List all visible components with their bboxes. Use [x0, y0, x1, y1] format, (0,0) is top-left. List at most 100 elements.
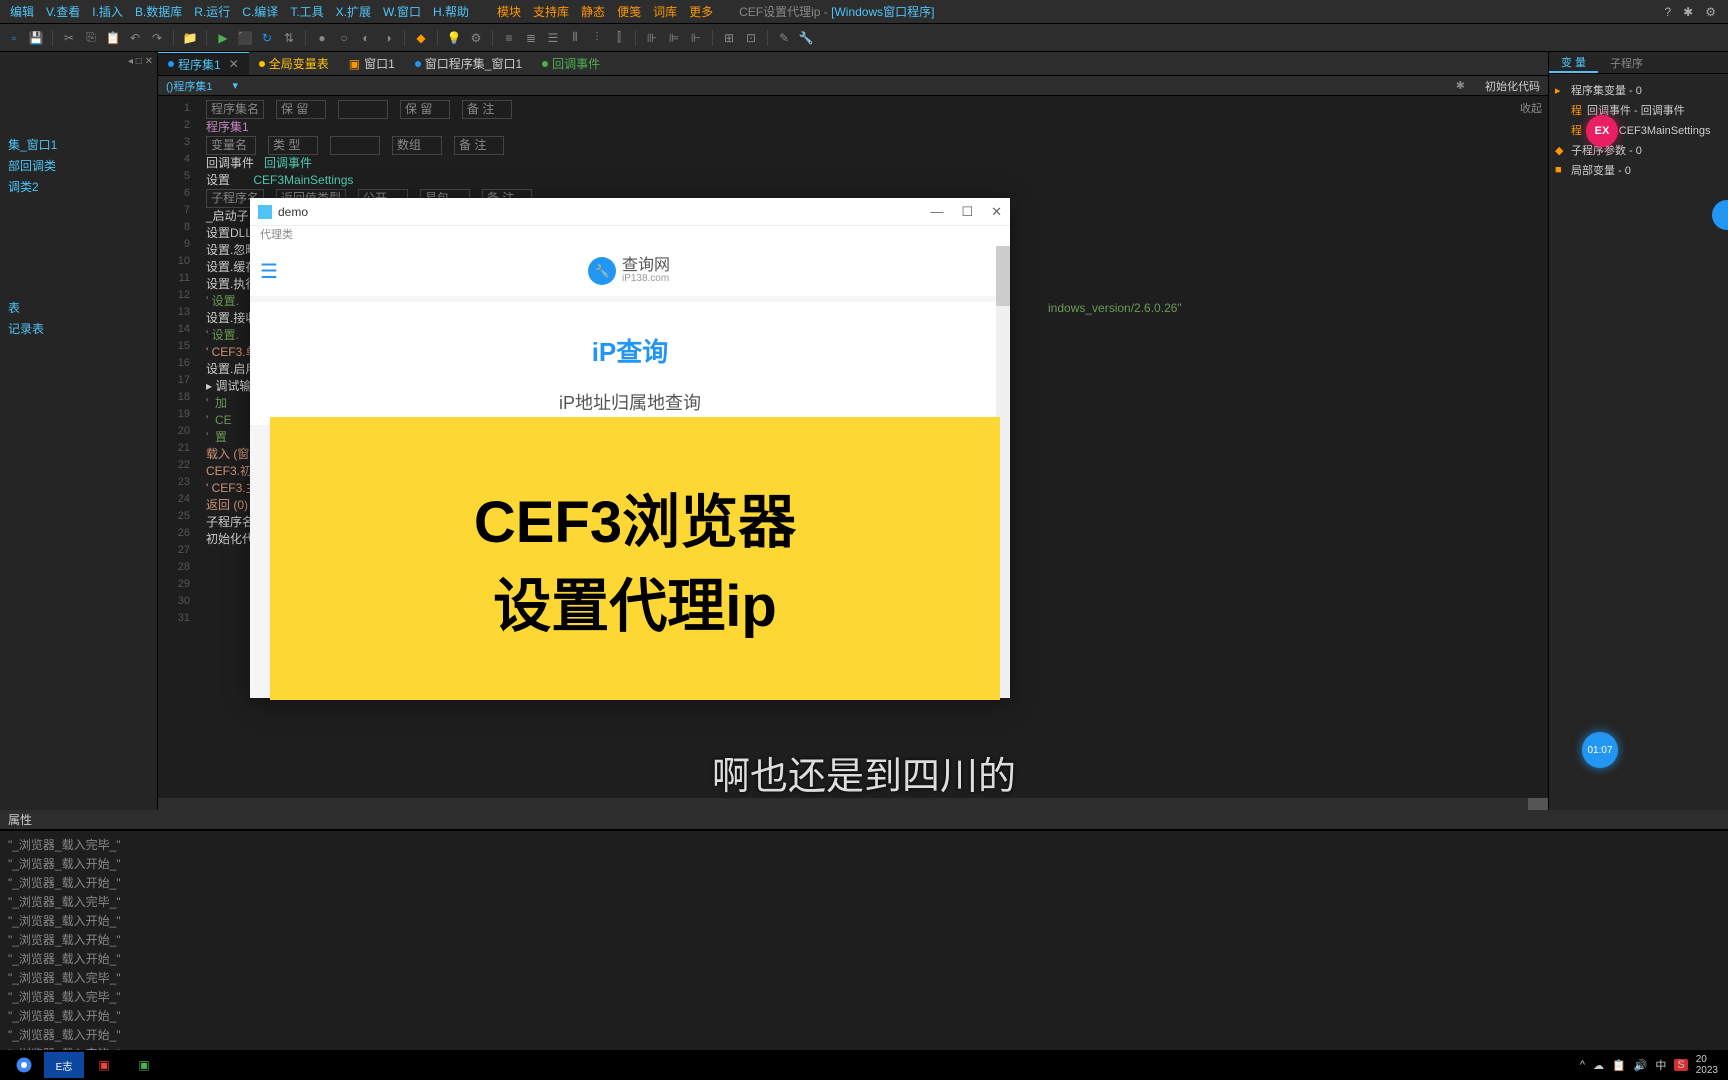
left-panel: ◂ □ ✕ 集_窗口1 部回调类 调类2 表 记录表 — [0, 52, 158, 810]
grid2-icon[interactable]: ⊡ — [743, 30, 759, 46]
maximize-button[interactable]: ☐ — [961, 204, 973, 220]
menu-extend[interactable]: X.扩展 — [330, 3, 377, 20]
menu-module[interactable]: 模块 — [491, 3, 527, 20]
menu-dict[interactable]: 词库 — [647, 3, 683, 20]
paste-icon[interactable]: 📋 — [105, 30, 121, 46]
new-file-icon[interactable]: ▫ — [6, 30, 22, 46]
demo-titlebar[interactable]: demo — ☐ ✕ — [250, 198, 1010, 226]
hamburger-icon[interactable]: ☰ — [260, 259, 278, 284]
bp2-icon[interactable]: ○ — [336, 30, 352, 46]
taskbar-app2[interactable]: E志 — [44, 1052, 84, 1078]
wand-icon[interactable]: ✎ — [776, 30, 792, 46]
breakpoint-icon[interactable]: ● — [314, 30, 330, 46]
restart-icon[interactable]: ↻ — [259, 30, 275, 46]
menu-edit[interactable]: 编辑 — [4, 3, 40, 20]
tab-globalvars[interactable]: 全局变量表 — [249, 52, 339, 75]
tree-item[interactable]: 部回调类 — [4, 155, 153, 176]
breadcrumb-left[interactable]: ()程序集1 — [166, 78, 212, 94]
tray-time[interactable]: 202023 — [1696, 1054, 1718, 1076]
tree-item[interactable]: 集_窗口1 — [4, 134, 153, 155]
grid1-icon[interactable]: ⊞ — [721, 30, 737, 46]
close-button[interactable]: ✕ — [991, 204, 1002, 220]
chevron-down-icon[interactable]: ▾ — [232, 79, 238, 92]
dist3-icon[interactable]: ⊩ — [688, 30, 704, 46]
tab-programset1[interactable]: 程序集1✕ — [158, 52, 249, 75]
tab-subprograms[interactable]: 子程序 — [1598, 52, 1655, 73]
align5-icon[interactable]: ⫶ — [589, 30, 605, 46]
bp3-icon[interactable]: ◐ — [358, 30, 374, 46]
tree-item[interactable]: 调类2 — [4, 176, 153, 197]
align3-icon[interactable]: ☰ — [545, 30, 561, 46]
tab-winprogset[interactable]: 窗口程序集_窗口1 — [405, 52, 532, 75]
init-code-label[interactable]: 初始化代码 — [1485, 78, 1540, 94]
menu-database[interactable]: B.数据库 — [129, 3, 188, 20]
log-line: "_浏览器_载入完毕_" — [8, 892, 1720, 911]
settings-icon[interactable]: ⚙ — [1705, 5, 1716, 19]
menu-support[interactable]: 支持库 — [527, 3, 575, 20]
align1-icon[interactable]: ≡ — [501, 30, 517, 46]
dist2-icon[interactable]: ⊫ — [666, 30, 682, 46]
menu-run[interactable]: R.运行 — [188, 3, 236, 20]
wrench-icon[interactable]: 🔧 — [798, 30, 814, 46]
taskbar-app3[interactable]: ▣ — [84, 1052, 124, 1078]
gear-icon[interactable]: ⚙ — [468, 30, 484, 46]
menu-tools[interactable]: T.工具 — [284, 3, 329, 20]
step-icon[interactable]: ⇅ — [281, 30, 297, 46]
tray-clip-icon[interactable]: 📋 — [1612, 1059, 1626, 1072]
star-icon[interactable]: ✱ — [1683, 5, 1693, 19]
folder-icon[interactable]: 📁 — [182, 30, 198, 46]
tab-callback[interactable]: 回调事件 — [532, 52, 610, 75]
close-icon[interactable]: ✕ — [229, 57, 239, 71]
tray-volume-icon[interactable]: 🔊 — [1634, 1059, 1648, 1072]
tab-variables[interactable]: 变 量 — [1549, 52, 1598, 73]
tree-item[interactable]: 表 — [4, 297, 153, 318]
tray-cloud-icon[interactable]: ☁ — [1593, 1059, 1604, 1072]
tree-item[interactable]: 程设置 - CEF3MainSettings — [1555, 120, 1722, 140]
menu-window[interactable]: W.窗口 — [377, 3, 427, 20]
tree-item[interactable]: ■局部变量 - 0 — [1555, 160, 1722, 180]
tray-expand-icon[interactable]: ^ — [1580, 1059, 1585, 1071]
dist1-icon[interactable]: ⊪ — [644, 30, 660, 46]
time-badge[interactable]: 01:07 — [1582, 732, 1618, 768]
menu-insert[interactable]: I.插入 — [86, 3, 129, 20]
compile-icon[interactable]: ◆ — [413, 30, 429, 46]
copy-icon[interactable]: ⎘ — [83, 30, 99, 46]
bp4-icon[interactable]: ◑ — [380, 30, 396, 46]
tree-item[interactable]: 记录表 — [4, 318, 153, 339]
output-panel[interactable]: "_浏览器_载入完毕_""_浏览器_载入开始_""_浏览器_载入开始_""_浏览… — [0, 830, 1728, 1050]
overlay-line2: 设置代理ip — [493, 559, 777, 643]
taskbar-chrome[interactable] — [4, 1052, 44, 1078]
tree-item[interactable]: ▸程序集变量 - 0 — [1555, 80, 1722, 100]
log-line: "_浏览器_载入完毕_" — [8, 835, 1720, 854]
run-icon[interactable]: ▶ — [215, 30, 231, 46]
panel-header-controls[interactable]: ◂ □ ✕ — [0, 52, 157, 70]
cut-icon[interactable]: ✂ — [61, 30, 77, 46]
stop-icon[interactable]: ⬛ — [237, 30, 253, 46]
menu-help[interactable]: H.帮助 — [427, 3, 475, 20]
tree-item[interactable]: ◆子程序参数 - 0 — [1555, 140, 1722, 160]
undo-icon[interactable]: ↶ — [127, 30, 143, 46]
align2-icon[interactable]: ≣ — [523, 30, 539, 46]
taskbar-app4[interactable]: ▣ — [124, 1052, 164, 1078]
menu-notes[interactable]: 便笺 — [611, 3, 647, 20]
properties-header[interactable]: 属性 — [0, 810, 1728, 830]
bulb-icon[interactable]: 💡 — [446, 30, 462, 46]
align4-icon[interactable]: ⫴ — [567, 30, 583, 46]
minimize-button[interactable]: — — [930, 204, 943, 220]
tray-ime-icon[interactable]: 中 — [1655, 1057, 1666, 1073]
menubar: 编辑 V.查看 I.插入 B.数据库 R.运行 C.编译 T.工具 X.扩展 W… — [0, 0, 1728, 24]
redo-icon[interactable]: ↷ — [149, 30, 165, 46]
tab-window1[interactable]: ▣窗口1 — [339, 52, 405, 75]
menu-more[interactable]: 更多 — [683, 3, 719, 20]
right-panel: 变 量 子程序 ▸程序集变量 - 0程回调事件 - 回调事件程设置 - CEF3… — [1548, 52, 1728, 810]
star-icon[interactable]: ✱ — [1456, 79, 1465, 92]
menu-view[interactable]: V.查看 — [40, 3, 86, 20]
tree-item[interactable]: 程回调事件 - 回调事件 — [1555, 100, 1722, 120]
save-icon[interactable]: 💾 — [28, 30, 44, 46]
menu-static[interactable]: 静态 — [575, 3, 611, 20]
align6-icon[interactable]: ⫿ — [611, 30, 627, 46]
menu-compile[interactable]: C.编译 — [236, 3, 284, 20]
site-logo[interactable]: 🔧 查询网 iP138.com — [588, 257, 670, 285]
tray-s-icon[interactable]: S — [1674, 1059, 1687, 1071]
help-icon[interactable]: ? — [1664, 5, 1671, 19]
